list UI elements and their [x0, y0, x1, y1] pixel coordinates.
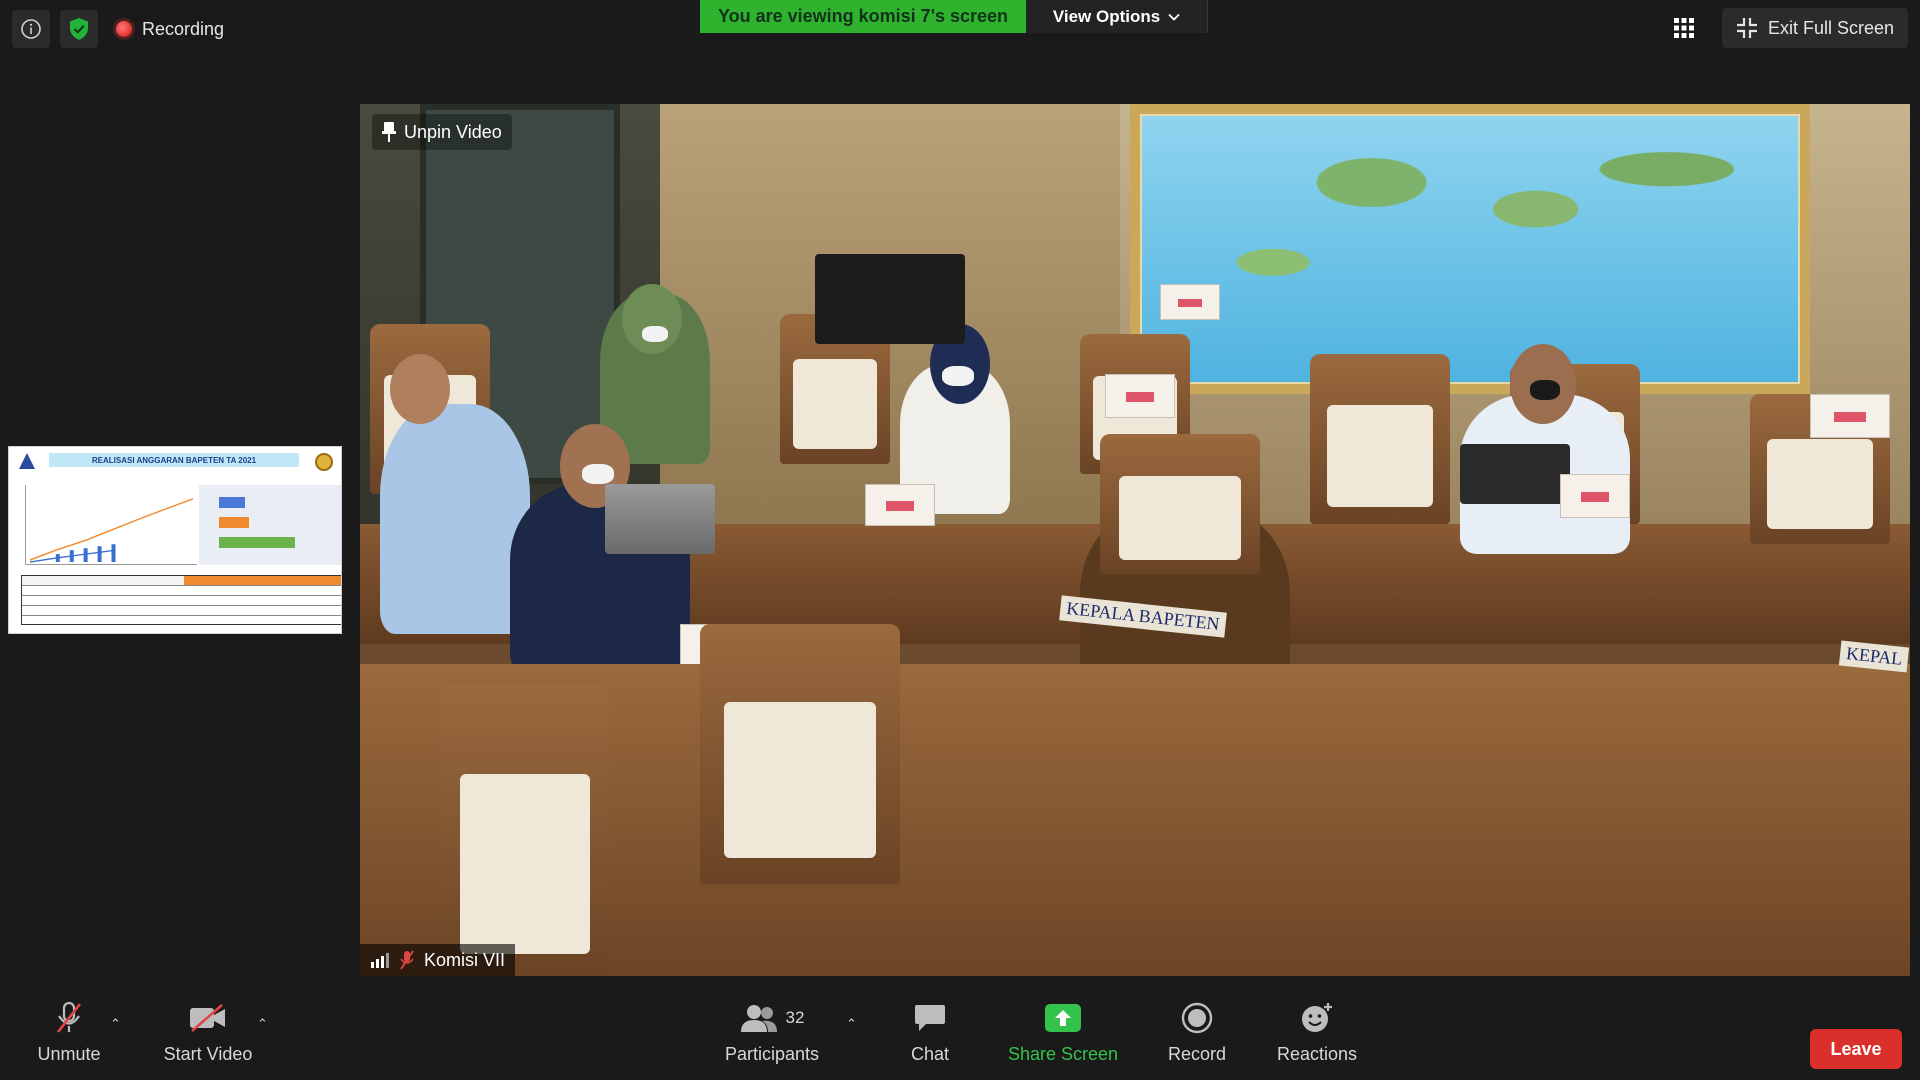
- mic-muted-icon: [54, 1000, 84, 1036]
- exit-fullscreen-label: Exit Full Screen: [1767, 17, 1894, 38]
- share-screen-button[interactable]: Share Screen: [1004, 1000, 1122, 1072]
- zoom-meeting-window: Recording You are viewing komisi 7's scr…: [0, 0, 1920, 1080]
- audio-options-caret[interactable]: ⌃: [110, 1016, 121, 1032]
- viewing-screen-banner: You are viewing komisi 7's screen: [700, 0, 1026, 33]
- chat-button[interactable]: Chat: [900, 1000, 960, 1072]
- shield-icon: [70, 18, 88, 40]
- participant-name-tag: Komisi VII: [360, 944, 516, 976]
- monitor: [815, 254, 965, 344]
- participants-icon: [740, 1005, 777, 1032]
- record-icon: [1181, 1000, 1213, 1036]
- participants-options-caret[interactable]: ⌃: [846, 1016, 857, 1032]
- meeting-toolbar: Unmute ⌃ Start Video ⌃ 32 Participants ⌃…: [0, 990, 1920, 1080]
- chevron-down-icon: [1168, 13, 1180, 21]
- security-button[interactable]: [60, 10, 98, 48]
- share-screen-label: Share Screen: [1007, 1044, 1119, 1064]
- start-video-label: Start Video: [163, 1044, 253, 1064]
- video-off-icon: [188, 1000, 228, 1036]
- thumbnail-slide-title: REALISASI ANGGARAN BAPETEN TA 2021: [49, 453, 299, 467]
- recording-dot-icon: [116, 21, 132, 37]
- top-left-controls: Recording: [12, 10, 232, 48]
- pin-icon: [382, 122, 396, 142]
- grid-icon: [1673, 18, 1694, 38]
- reactions-label: Reactions: [1276, 1044, 1358, 1064]
- unmute-button[interactable]: Unmute: [34, 1000, 104, 1072]
- shared-screen-thumbnail[interactable]: REALISASI ANGGARAN BAPETEN TA 2021: [8, 446, 342, 634]
- exit-fullscreen-icon: [1736, 18, 1757, 38]
- signal-icon: [371, 953, 389, 968]
- thumbnail-table: [21, 575, 341, 625]
- view-options-label: View Options: [1052, 6, 1161, 26]
- start-video-button[interactable]: Start Video: [156, 1000, 260, 1072]
- person: [380, 404, 530, 634]
- participants-button[interactable]: 32 Participants: [722, 1000, 822, 1072]
- info-icon: [21, 19, 41, 39]
- mic-muted-icon: [400, 950, 414, 970]
- gallery-view-button[interactable]: [1664, 8, 1704, 48]
- bapeten-logo-icon: [19, 453, 35, 469]
- top-right-controls: Exit Full Screen: [1664, 8, 1908, 48]
- participant-name: Komisi VII: [424, 949, 506, 970]
- video-options-caret[interactable]: ⌃: [257, 1016, 268, 1032]
- participants-count: 32: [785, 1008, 805, 1027]
- reactions-icon: [1300, 1000, 1334, 1036]
- share-screen-icon: [1044, 1000, 1082, 1036]
- wall-map: [1130, 104, 1810, 394]
- garuda-emblem-icon: [315, 453, 333, 471]
- reactions-button[interactable]: Reactions: [1272, 1000, 1362, 1072]
- unpin-video-label: Unpin Video: [404, 121, 502, 142]
- record-button[interactable]: Record: [1162, 1000, 1232, 1072]
- participants-label: Participants: [724, 1044, 820, 1064]
- thumbnail-bar-chart: [199, 485, 341, 565]
- thumbnail-line-chart: [25, 485, 197, 565]
- unmute-label: Unmute: [37, 1044, 101, 1064]
- main-video-feed[interactable]: KEPALA BAPETEN KEPAL Unpin Video Komisi …: [360, 104, 1910, 976]
- recording-label: Recording: [142, 18, 225, 39]
- view-options-button[interactable]: View Options: [1026, 0, 1208, 33]
- chat-icon: [913, 1000, 947, 1036]
- chat-label: Chat: [910, 1044, 950, 1064]
- unpin-video-button[interactable]: Unpin Video: [372, 114, 512, 150]
- leave-button[interactable]: Leave: [1810, 1029, 1902, 1069]
- exit-fullscreen-button[interactable]: Exit Full Screen: [1721, 8, 1908, 48]
- laptop: [1460, 444, 1570, 504]
- record-label: Record: [1167, 1044, 1227, 1064]
- recording-indicator[interactable]: Recording: [108, 10, 232, 48]
- participants-icon-wrap: 32: [740, 1000, 805, 1036]
- meeting-info-button[interactable]: [12, 10, 50, 48]
- laptop: [605, 484, 715, 554]
